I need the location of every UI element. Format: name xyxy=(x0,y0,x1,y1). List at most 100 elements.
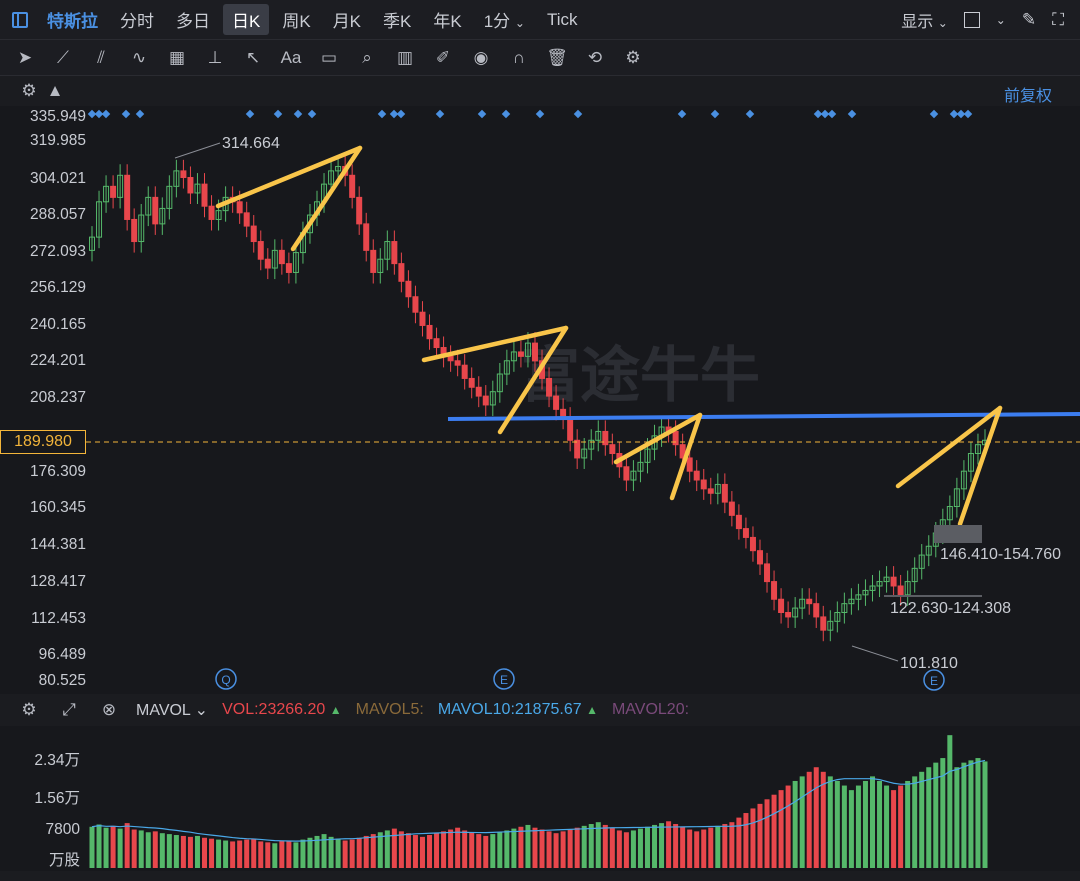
candle-body xyxy=(180,170,187,179)
high-label: 314.664 xyxy=(222,135,280,152)
volume-bar xyxy=(750,808,756,868)
eraser-icon[interactable]: ✐ xyxy=(430,48,456,68)
gear-icon[interactable]: ⚙ xyxy=(16,81,42,101)
candle-body xyxy=(405,280,412,298)
frame-icon[interactable] xyxy=(963,11,980,28)
event-diamond xyxy=(101,109,111,119)
volume-bar xyxy=(680,826,686,868)
adjust-mode-dropdown[interactable]: 前复权 xyxy=(1004,82,1052,106)
arrow-tool-icon[interactable]: ↖ xyxy=(240,48,266,68)
volume-bar xyxy=(778,790,784,868)
tab-yearly-k[interactable]: 年K xyxy=(424,4,470,35)
volume-tick: 7800 xyxy=(45,821,80,838)
volume-bar xyxy=(574,827,580,868)
line-tool-icon[interactable]: ⟋ xyxy=(50,48,76,68)
volume-bar xyxy=(237,840,243,868)
volume-indicator-bar: ⚙ ⤢ ⊗ MAVOL ⌄ VOL:23266.20 ▲ MAVOL5: MAV… xyxy=(0,694,1080,726)
candle-body xyxy=(531,342,538,362)
display-dropdown[interactable]: 显示 ⌄ xyxy=(901,8,948,32)
volume-bar xyxy=(307,837,313,868)
pen-icon[interactable]: ✎ xyxy=(1022,10,1036,30)
volume-bar xyxy=(131,829,137,868)
candle-body xyxy=(517,351,524,357)
mavol10-text: MAVOL10:21875.67 xyxy=(437,701,582,718)
candle-body xyxy=(349,174,356,198)
channel-tool-icon[interactable]: ⫽ xyxy=(88,48,114,68)
tab-monthly-k[interactable]: 月K xyxy=(324,4,370,35)
mavol20-value: MAVOL20: xyxy=(611,701,690,718)
volume-bar xyxy=(659,823,665,868)
vol-value: VOL:23266.20 ▲ xyxy=(222,701,342,719)
volume-bar xyxy=(602,824,608,868)
wave-tool-icon[interactable]: ∿ xyxy=(126,48,152,68)
collapse-icon[interactable]: ▲ xyxy=(42,81,68,101)
volume-bar xyxy=(117,828,123,868)
candle-body xyxy=(728,501,735,516)
volume-bar xyxy=(954,767,960,868)
sync-icon[interactable]: ⟲ xyxy=(582,48,608,68)
price-tick: 128.417 xyxy=(29,573,86,590)
chevron-down-icon[interactable]: ⌄ xyxy=(996,13,1006,27)
candle-body xyxy=(735,514,742,530)
volume-bar xyxy=(877,780,883,868)
price-tick: 256.129 xyxy=(29,279,86,296)
candlestick-chart[interactable]: 富途牛牛 314.664 101.810 146.410-154.760 122… xyxy=(0,106,1080,694)
tab-weekly-k[interactable]: 周K xyxy=(273,4,319,35)
magnet-icon[interactable]: ∩ xyxy=(506,48,532,68)
candle-body xyxy=(482,395,489,406)
close-icon[interactable]: ⊗ xyxy=(96,700,122,720)
volume-bar xyxy=(715,825,721,868)
candle-body xyxy=(391,241,398,265)
volume-bar xyxy=(202,837,208,868)
volume-bar xyxy=(637,828,643,868)
volume-bar xyxy=(799,776,805,868)
volume-bar xyxy=(504,830,510,868)
volume-bar xyxy=(349,839,355,868)
top-bar: 特斯拉 分时 多日 日K 周K 月K 季K 年K 1分 ⌄ Tick 显示 ⌄ … xyxy=(0,0,1080,40)
volume-bar xyxy=(419,836,425,868)
cursor-icon[interactable]: ➤ xyxy=(12,48,38,68)
volume-bar xyxy=(581,825,587,868)
trash-icon[interactable]: 🗑 xyxy=(544,48,570,68)
candle-body xyxy=(110,185,117,198)
volume-bar xyxy=(483,835,489,868)
fullscreen-icon[interactable]: ⛶ xyxy=(1052,10,1064,30)
candle-body xyxy=(454,360,461,366)
tab-1min[interactable]: 1分 ⌄ xyxy=(475,4,534,35)
volume-bar xyxy=(230,841,236,868)
indicator-dropdown[interactable]: MAVOL ⌄ xyxy=(136,700,208,720)
volume-bar xyxy=(293,842,299,868)
search-icon[interactable]: ⌕ xyxy=(354,48,380,68)
tab-intraday[interactable]: 分时 xyxy=(111,4,163,35)
volume-bar xyxy=(145,832,151,868)
volume-bar xyxy=(448,829,454,868)
candle-body xyxy=(707,488,714,494)
text-tool-icon[interactable]: Aa xyxy=(278,48,304,68)
stats-icon[interactable]: ▥ xyxy=(392,48,418,68)
expand-icon[interactable]: ⤢ xyxy=(56,700,82,720)
volume-bar xyxy=(898,785,904,868)
volume-bar xyxy=(490,834,496,868)
volume-chart[interactable] xyxy=(0,726,1080,871)
volume-bar xyxy=(926,767,932,868)
tab-daily-k[interactable]: 日K xyxy=(223,4,270,35)
fib-tool-icon[interactable]: ▦ xyxy=(164,48,190,68)
tab-quarterly-k[interactable]: 季K xyxy=(374,4,420,35)
gear-icon[interactable]: ⚙ xyxy=(16,700,42,720)
volume-bar xyxy=(173,835,179,868)
tab-tick[interactable]: Tick xyxy=(538,7,587,33)
gear-icon[interactable]: ⚙ xyxy=(620,48,646,68)
event-diamond xyxy=(435,109,445,119)
comment-tool-icon[interactable]: ▭ xyxy=(316,48,342,68)
tab-multiday[interactable]: 多日 xyxy=(167,4,219,35)
sidebar-toggle-icon[interactable] xyxy=(12,11,28,28)
measure-tool-icon[interactable]: ⊥ xyxy=(202,48,228,68)
volume-bar xyxy=(673,824,679,868)
eye-icon[interactable]: ◉ xyxy=(468,48,494,68)
indicator-name: MAVOL xyxy=(136,702,191,719)
candle-body xyxy=(764,563,771,583)
volume-bar xyxy=(616,830,622,868)
current-price-badge: 189.980 xyxy=(0,430,86,454)
candle-body xyxy=(363,223,370,251)
candle-body xyxy=(700,479,707,490)
